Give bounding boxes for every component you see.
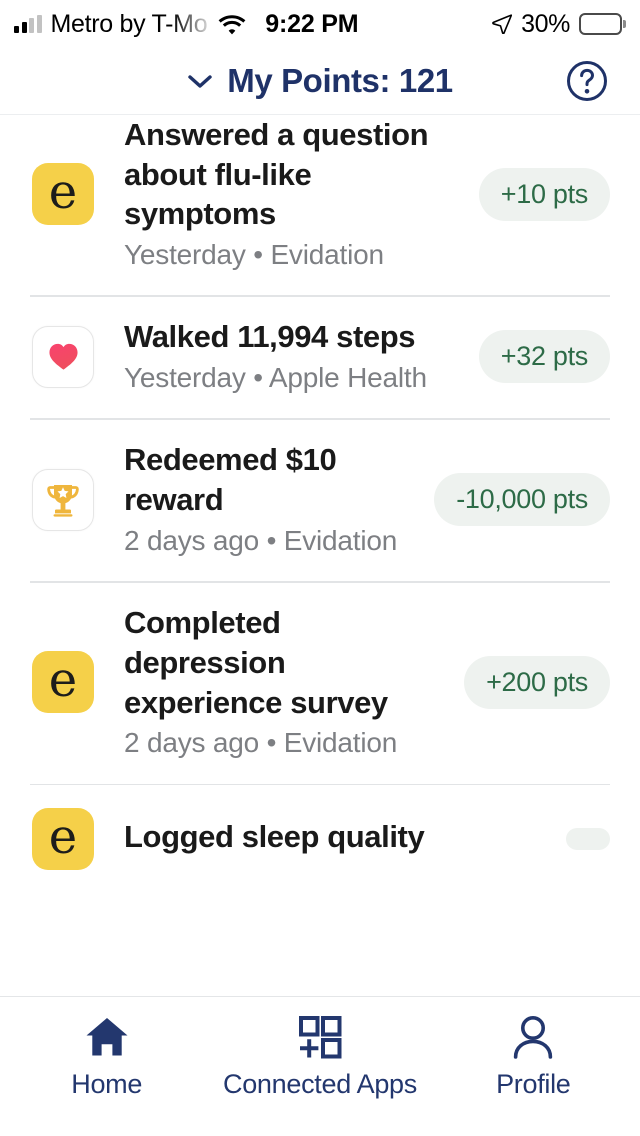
tab-label: Home [71,1069,143,1099]
evidation-e-icon: e [30,649,96,715]
activity-list[interactable]: e Answered a question about flu-like sym… [0,115,640,996]
bottom-tab-bar: Home Connected Apps Profile [0,996,640,1136]
apple-health-heart-icon [30,324,96,390]
battery-icon [579,13,622,35]
points-badge: +32 pts [478,330,610,384]
wifi-icon [218,14,246,35]
list-item-title: Logged sleep quality [124,819,425,855]
points-badge [566,827,610,850]
list-item[interactable]: e Logged sleep quality [0,783,640,894]
status-bar-right: 30% [492,10,622,39]
points-badge: +10 pts [478,167,610,221]
evidation-e-icon: e [30,806,96,872]
clock: 9:22 PM [265,9,359,38]
status-bar-left: Metro by T-Mo 9:22 PM [14,9,359,39]
tab-connected-apps[interactable]: Connected Apps [213,1013,426,1136]
person-icon [511,1013,555,1061]
points-badge: +200 pts [464,655,610,709]
list-item-subtitle: 2 days ago • Evidation [124,524,398,556]
list-item-body: Redeemed $10 reward 2 days ago • Evidati… [124,440,434,559]
tab-home[interactable]: Home [0,1013,213,1136]
chevron-down-icon [187,73,213,89]
battery-percent: 30% [521,9,570,38]
trophy-icon [30,467,96,533]
list-item-body: Logged sleep quality [124,817,566,860]
points-badge: -10,000 pts [434,473,610,527]
tab-profile[interactable]: Profile [427,1013,640,1136]
evidation-e-icon: e [30,161,96,227]
list-item-title: Completed depression experience survey [124,605,388,720]
status-bar: Metro by T-Mo 9:22 PM 30% [0,0,640,48]
list-item[interactable]: Walked 11,994 steps Yesterday • Apple He… [0,295,640,419]
tab-label: Profile [496,1069,571,1099]
list-item[interactable]: e Completed depression experience survey… [0,581,640,784]
list-item-body: Completed depression experience survey 2… [124,603,464,761]
location-arrow-icon [492,14,513,35]
list-item-title: Answered a question about flu-like sympt… [124,117,429,232]
app-screen: Metro by T-Mo 9:22 PM 30% My Points: 121… [0,0,640,1136]
points-dropdown[interactable]: My Points: 121 [187,62,453,100]
list-item[interactable]: Redeemed $10 reward 2 days ago • Evidati… [0,418,640,582]
activity-list-inner: e Answered a question about flu-like sym… [0,115,640,894]
home-icon [84,1013,130,1061]
list-item-title: Redeemed $10 reward [124,442,337,518]
list-item-subtitle: Yesterday • Apple Health [124,362,427,394]
connected-apps-icon [298,1013,342,1061]
app-header: My Points: 121 [0,48,640,114]
list-item-title: Walked 11,994 steps [124,319,416,355]
tab-label: Connected Apps [223,1069,417,1099]
list-item-subtitle: Yesterday • Evidation [124,239,384,271]
page-title: My Points: 121 [227,62,453,99]
help-circle-icon[interactable] [566,60,608,102]
signal-bars-icon [14,14,42,33]
carrier-name: Metro by T-Mo [50,9,208,38]
list-item-subtitle: 2 days ago • Evidation [124,727,398,759]
list-item-body: Walked 11,994 steps Yesterday • Apple He… [124,317,479,396]
list-item[interactable]: e Answered a question about flu-like sym… [0,115,640,296]
list-item-body: Answered a question about flu-like sympt… [124,115,479,273]
